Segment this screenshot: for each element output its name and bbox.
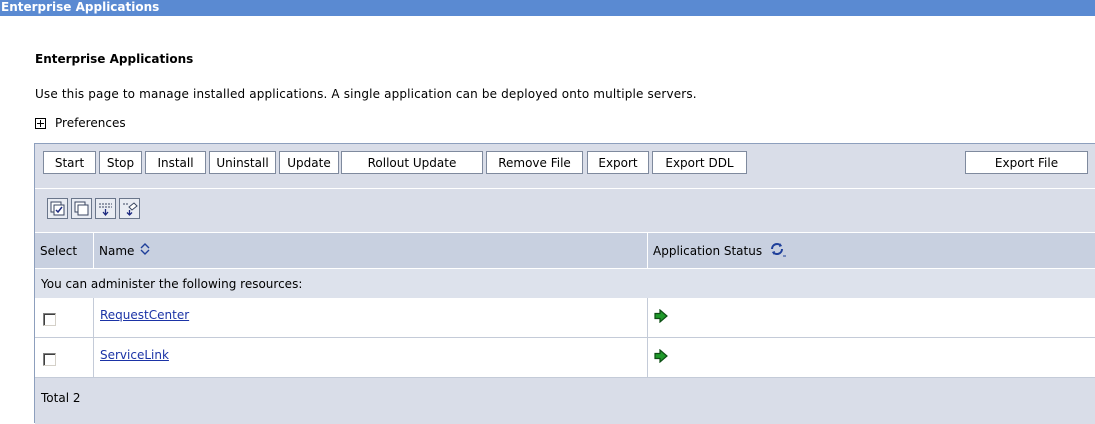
preferences-toggle[interactable]: Preferences [35, 116, 126, 130]
admin-resources-note: You can administer the following resourc… [35, 269, 1095, 298]
column-header-status: Application Status [648, 233, 1095, 268]
preferences-label[interactable]: Preferences [55, 116, 126, 130]
row-checkbox[interactable] [43, 313, 56, 326]
select-header-label: Select [40, 243, 78, 258]
expand-plus-icon[interactable] [35, 117, 46, 129]
status-cell [648, 338, 1095, 377]
page-description: Use this page to manage installed applic… [35, 87, 697, 101]
started-arrow-icon [654, 348, 668, 366]
column-header-name[interactable]: Name [94, 233, 648, 268]
application-link[interactable]: RequestCenter [100, 308, 189, 322]
name-header-label[interactable]: Name [99, 244, 134, 258]
name-cell: ServiceLink [94, 338, 648, 377]
column-header-select: Select [35, 233, 94, 268]
remove-file-button[interactable]: Remove File [486, 151, 583, 174]
uninstall-button[interactable]: Uninstall [209, 151, 276, 174]
applications-panel: Start Stop Install Uninstall Update Roll… [34, 143, 1095, 424]
page-title: Enterprise Applications [35, 52, 194, 66]
application-link[interactable]: ServiceLink [100, 348, 169, 362]
started-arrow-icon [654, 308, 668, 326]
update-button[interactable]: Update [279, 151, 339, 174]
clear-filter-icon[interactable] [119, 198, 140, 219]
table-row: RequestCenter [35, 298, 1095, 338]
install-button[interactable]: Install [145, 151, 206, 174]
table-row: ServiceLink [35, 338, 1095, 378]
icon-toolbar [35, 189, 1095, 232]
status-cell [648, 298, 1095, 337]
show-filter-icon[interactable] [95, 198, 116, 219]
sort-icon[interactable] [140, 243, 150, 258]
export-button[interactable]: Export [587, 151, 649, 174]
export-file-button[interactable]: Export File [965, 151, 1088, 174]
window-title-bar: Enterprise Applications [0, 0, 1095, 16]
total-count: Total 2 [35, 378, 1095, 424]
name-cell: RequestCenter [94, 298, 648, 337]
row-checkbox[interactable] [43, 353, 56, 366]
status-header-label: Application Status [653, 243, 763, 258]
refresh-icon[interactable] [768, 241, 787, 261]
start-button[interactable]: Start [43, 151, 96, 174]
select-cell [35, 338, 94, 377]
deselect-all-icon[interactable] [71, 198, 92, 219]
stop-button[interactable]: Stop [99, 151, 142, 174]
select-all-icon[interactable] [47, 198, 68, 219]
action-toolbar: Start Stop Install Uninstall Update Roll… [35, 144, 1095, 188]
rollout-update-button[interactable]: Rollout Update [341, 151, 483, 174]
select-cell [35, 298, 94, 337]
export-ddl-button[interactable]: Export DDL [652, 151, 747, 174]
